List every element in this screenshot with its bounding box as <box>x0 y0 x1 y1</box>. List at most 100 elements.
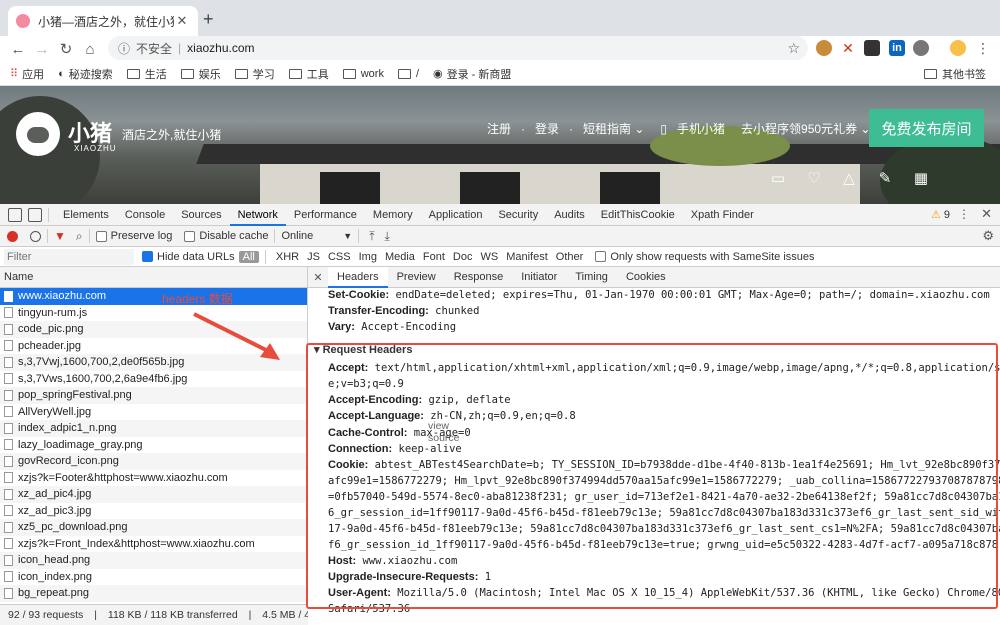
bookmark-item[interactable]: ◐ 秘迹搜索 <box>58 66 113 82</box>
bookmark-star-icon[interactable]: ☆ <box>787 40 800 57</box>
checkbox-box[interactable] <box>184 230 196 242</box>
request-row[interactable]: www.xiaozhu.com <box>0 288 307 305</box>
qrcode-icon[interactable]: ▦ <box>912 170 930 188</box>
mobile-link[interactable]: 手机小猪 <box>677 120 725 137</box>
bookmark-item[interactable]: ◉ 登录 - 新商盟 <box>433 66 511 82</box>
request-row[interactable]: pop_springFestival.png <box>0 387 307 404</box>
tab-headers[interactable]: Headers <box>328 267 388 288</box>
clear-icon[interactable] <box>30 230 41 242</box>
site-logo[interactable]: 小猪 XIAOZHU 酒店之外,就住小猪 <box>16 112 221 156</box>
checkbox-box[interactable] <box>142 251 153 262</box>
tab-xpath-finder[interactable]: Xpath Finder <box>683 204 762 226</box>
inspect-icon[interactable] <box>8 207 22 222</box>
tab-cookies[interactable]: Cookies <box>617 267 675 288</box>
export-har-icon[interactable]: ⤓ <box>385 229 390 244</box>
import-har-icon[interactable]: ⤒ <box>369 229 374 244</box>
browser-tab[interactable]: 小猪—酒店之外，就住小猪：短 ✕ <box>8 6 198 36</box>
filter-type-manifest[interactable]: Manifest <box>502 251 552 263</box>
tab-preview[interactable]: Preview <box>388 267 445 288</box>
x-extension-icon[interactable]: ✕ <box>840 40 856 56</box>
guide-menu[interactable]: 短租指南 ⌄ <box>583 120 644 137</box>
address-bar[interactable]: ⓘ 不安全 | xiaozhu.com ☆ <box>108 36 808 60</box>
tab-application[interactable]: Application <box>421 204 491 226</box>
disable-cache-checkbox[interactable]: Disable cache <box>184 230 268 242</box>
devtools-menu-icon[interactable]: ⋮ <box>958 207 970 221</box>
checkbox-box[interactable] <box>95 230 107 242</box>
tab-performance[interactable]: Performance <box>286 204 365 226</box>
record-icon[interactable] <box>7 230 18 242</box>
name-column-header[interactable]: Name <box>0 267 307 288</box>
request-row[interactable]: xz_ad_pic3.jpg <box>0 503 307 520</box>
tab-audits[interactable]: Audits <box>546 204 593 226</box>
request-row[interactable]: icon_index.png <box>0 569 307 586</box>
forward-icon[interactable]: → <box>30 41 54 58</box>
tab-timing[interactable]: Timing <box>566 267 617 288</box>
settings-gear-icon[interactable]: ⚙ <box>982 228 994 244</box>
bookmark-folder[interactable]: 工具 <box>288 66 329 82</box>
miniprogram-link[interactable]: 去小程序领950元礼券 ⌄ <box>741 120 870 137</box>
tab-security[interactable]: Security <box>490 204 546 226</box>
filter-type-doc[interactable]: Doc <box>449 251 477 263</box>
tab-network[interactable]: Network <box>229 204 286 226</box>
tab-response[interactable]: Response <box>445 267 513 288</box>
info-icon[interactable]: ⓘ <box>118 40 130 57</box>
samesite-checkbox[interactable]: Only show requests with SameSite issues <box>595 251 815 263</box>
home-icon[interactable]: ⌂ <box>78 41 102 58</box>
request-row[interactable]: xz5_pc_download.png <box>0 519 307 536</box>
filter-type-ws[interactable]: WS <box>476 251 502 263</box>
linkedin-extension-icon[interactable]: in <box>889 40 905 56</box>
filter-type-font[interactable]: Font <box>419 251 449 263</box>
login-link[interactable]: 登录 <box>535 120 559 137</box>
checkbox-box[interactable] <box>595 251 607 262</box>
request-row[interactable]: s,3,7Vws,1600,700,2,6a9e4fb6.jpg <box>0 371 307 388</box>
message-icon[interactable]: ▭ <box>769 170 787 188</box>
throttle-select[interactable]: Online ▼ <box>281 230 352 242</box>
ditto-extension-icon[interactable] <box>864 40 880 56</box>
request-row[interactable]: xzjs?k=Footer&httphost=www.xiaozhu.com <box>0 470 307 487</box>
search-icon[interactable]: ⌕ <box>76 229 83 244</box>
warnings-badge[interactable]: ⚠ 9 <box>931 208 950 221</box>
filter-type-img[interactable]: Img <box>355 251 381 263</box>
filter-type-all[interactable]: All <box>238 250 259 263</box>
extension-icon[interactable] <box>913 40 929 56</box>
bookmark-folder[interactable]: 学习 <box>234 66 275 82</box>
edit-icon[interactable]: ✎ <box>876 170 894 188</box>
reload-icon[interactable]: ↻ <box>54 40 78 58</box>
request-row[interactable]: icon_head.png <box>0 552 307 569</box>
tab-initiator[interactable]: Initiator <box>512 267 566 288</box>
tab-sources[interactable]: Sources <box>173 204 229 226</box>
filter-type-xhr[interactable]: XHR <box>272 251 303 263</box>
devtools-close-icon[interactable]: ✕ <box>981 206 992 222</box>
chrome-menu-icon[interactable]: ⋮ <box>975 40 991 56</box>
request-row[interactable]: xz_ad_pic4.jpg <box>0 486 307 503</box>
bookmark-folder[interactable]: / <box>397 68 419 80</box>
tab-console[interactable]: Console <box>117 204 173 226</box>
filter-type-js[interactable]: JS <box>303 251 324 263</box>
new-tab-button[interactable]: + <box>203 9 214 30</box>
notification-icon[interactable]: △ <box>840 170 858 188</box>
filter-type-css[interactable]: CSS <box>324 251 355 263</box>
hide-data-urls-checkbox[interactable]: Hide data URLs <box>142 251 235 263</box>
back-icon[interactable]: ← <box>6 41 30 58</box>
profile-avatar[interactable] <box>950 40 966 56</box>
other-bookmarks[interactable]: 其他书签 <box>924 66 986 82</box>
filter-input[interactable] <box>4 248 134 265</box>
request-row[interactable]: lazy_loadimage_gray.png <box>0 437 307 454</box>
cookie-extension-icon[interactable] <box>816 40 832 56</box>
bookmark-folder[interactable]: 娱乐 <box>180 66 221 82</box>
request-row[interactable]: govRecord_icon.png <box>0 453 307 470</box>
tab-elements[interactable]: Elements <box>55 204 117 226</box>
request-row[interactable]: AllVeryWell.jpg <box>0 404 307 421</box>
register-link[interactable]: 注册 <box>487 120 511 137</box>
bookmark-apps[interactable]: ⠿ 应用 <box>10 66 44 82</box>
close-detail-icon[interactable]: ✕ <box>308 271 328 284</box>
filter-icon[interactable]: ▼ <box>54 229 66 243</box>
filter-type-media[interactable]: Media <box>381 251 419 263</box>
url-text[interactable]: xiaozhu.com <box>187 41 254 55</box>
publish-room-button[interactable]: 免费发布房间 <box>869 109 984 147</box>
tab-memory[interactable]: Memory <box>365 204 421 226</box>
bookmark-folder[interactable]: work <box>342 68 384 80</box>
tab-editthiscookie[interactable]: EditThisCookie <box>593 204 683 226</box>
favorite-icon[interactable]: ♡ <box>805 170 823 188</box>
request-row[interactable]: xzjs?k=Front_Index&httphost=www.xiaozhu.… <box>0 536 307 553</box>
